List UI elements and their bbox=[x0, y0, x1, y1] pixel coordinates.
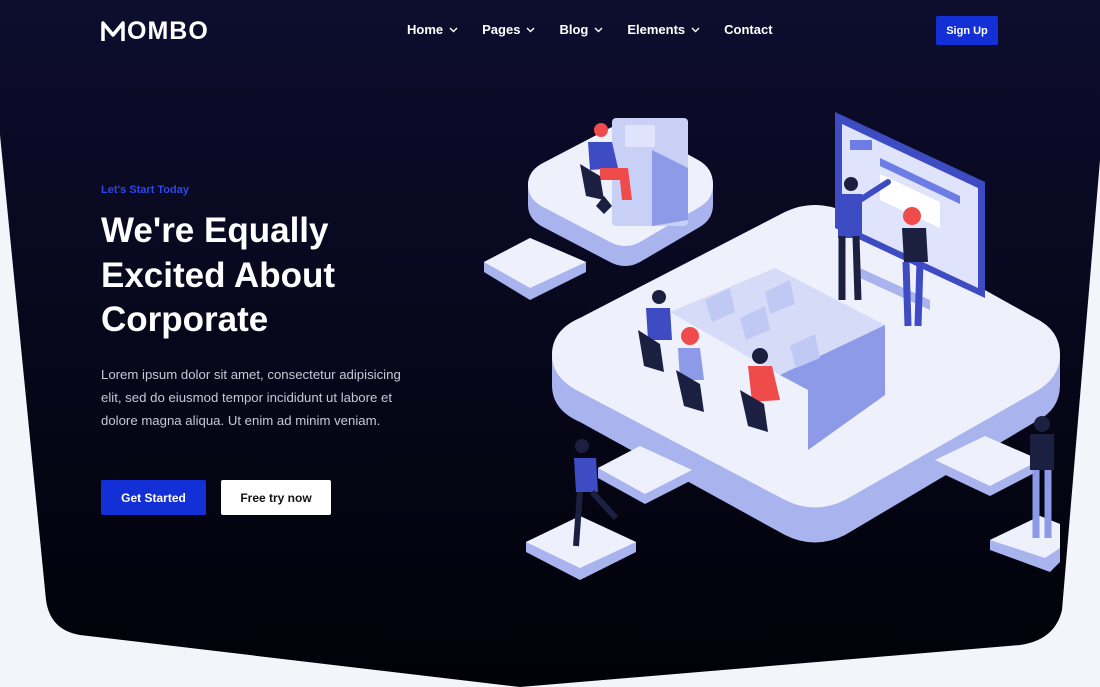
brand-logo[interactable]: OMBO bbox=[101, 17, 209, 46]
isometric-office-illustration bbox=[484, 112, 1060, 580]
hero-body-text: Lorem ipsum dolor sit amet, consectetur … bbox=[101, 367, 401, 428]
nav-item-label: Elements bbox=[627, 22, 686, 37]
sign-up-button[interactable]: Sign Up bbox=[936, 16, 998, 45]
hero-headline: We're Equally Excited About Corporate bbox=[101, 211, 335, 339]
logo-text: OMBO bbox=[127, 17, 209, 45]
nav-item-label: Blog bbox=[559, 22, 589, 37]
chevron-down-icon bbox=[594, 27, 603, 32]
m-logo-icon bbox=[101, 20, 125, 41]
nav-item-pages[interactable]: Pages bbox=[482, 22, 535, 37]
chevron-down-icon bbox=[449, 27, 458, 32]
top-navbar: OMBO Home Pages Blog Elements Contact Si… bbox=[0, 0, 1100, 62]
nav-item-contact[interactable]: Contact bbox=[724, 22, 772, 37]
nav-item-elements[interactable]: Elements bbox=[627, 22, 700, 37]
nav-item-blog[interactable]: Blog bbox=[559, 22, 603, 37]
free-try-button[interactable]: Free try now bbox=[221, 480, 331, 515]
nav-item-label: Home bbox=[407, 22, 444, 37]
nav-item-home[interactable]: Home bbox=[407, 22, 458, 37]
nav-item-label: Pages bbox=[482, 22, 521, 37]
chevron-down-icon bbox=[691, 27, 700, 32]
nav-item-label: Contact bbox=[724, 22, 773, 37]
hero-eyebrow: Let's Start Today bbox=[101, 184, 189, 196]
main-nav: Home Pages Blog Elements Contact bbox=[407, 22, 797, 37]
get-started-button[interactable]: Get Started bbox=[101, 480, 206, 515]
chevron-down-icon bbox=[526, 27, 535, 32]
